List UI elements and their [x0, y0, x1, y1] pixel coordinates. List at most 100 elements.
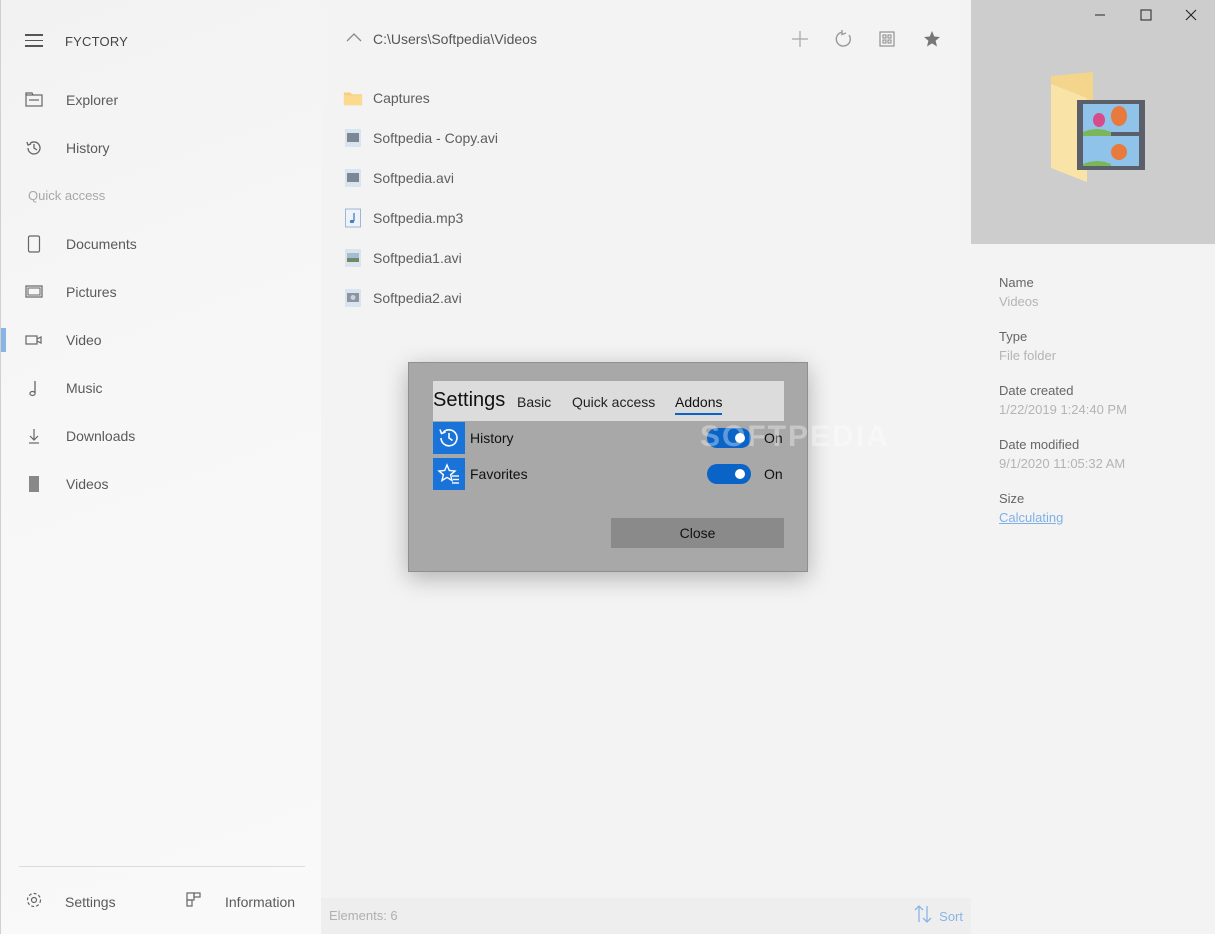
app-title: FYCTORY: [65, 34, 129, 49]
size-calculating-link[interactable]: Calculating: [999, 510, 1063, 525]
settings-dialog-title: Settings: [433, 389, 506, 411]
sidebar-item-downloads[interactable]: Downloads: [1, 416, 322, 456]
videos-folder-preview-icon: [1051, 72, 1145, 182]
settings-button[interactable]: Settings: [25, 888, 116, 916]
audio-file-icon: [343, 208, 363, 228]
video-file-icon: [343, 128, 363, 148]
sidebar-item-label: Pictures: [66, 284, 117, 300]
music-icon: [25, 379, 43, 397]
folder-icon: [343, 88, 363, 108]
sidebar-item-pictures[interactable]: Pictures: [1, 272, 322, 312]
sidebar-item-explorer[interactable]: Explorer: [1, 80, 322, 120]
close-icon: [1185, 8, 1197, 26]
current-path: C:\Users\Softpedia\Videos: [373, 31, 537, 47]
information-label: Information: [225, 894, 296, 910]
tab-quick-access[interactable]: Quick access: [572, 394, 655, 410]
sort-label: Sort: [939, 909, 963, 924]
video-file-icon: [343, 288, 363, 308]
tab-basic[interactable]: Basic: [517, 394, 551, 410]
file-name: Softpedia2.avi: [373, 290, 462, 306]
close-button[interactable]: Close: [611, 518, 784, 548]
hamburger-menu-icon[interactable]: [25, 34, 43, 48]
view-grid-icon: [879, 30, 895, 52]
settings-dialog-header: Settings Basic Quick access Addons: [433, 381, 784, 421]
folder-preview: [971, 0, 1215, 244]
property-date-created: Date created 1/22/2019 1:24:40 PM: [999, 383, 1127, 417]
addon-row-history: History On: [433, 422, 784, 454]
gear-icon: [25, 891, 43, 914]
settings-label: Settings: [65, 894, 116, 910]
close-window-button[interactable]: [1168, 4, 1214, 30]
minimize-button[interactable]: [1077, 4, 1123, 30]
quick-access-heading: Quick access: [28, 188, 106, 203]
sidebar-item-label: Video: [66, 332, 102, 348]
refresh-button[interactable]: [831, 28, 857, 54]
sidebar-item-documents[interactable]: Documents: [1, 224, 322, 264]
sidebar-item-videos[interactable]: Videos: [1, 464, 322, 504]
property-value: File folder: [999, 348, 1057, 363]
settings-dialog: Settings Basic Quick access Addons Histo…: [408, 362, 808, 572]
sidebar-item-label: Documents: [66, 236, 137, 252]
history-icon: [25, 139, 43, 157]
toggle-knob: [735, 469, 745, 479]
file-name: Softpedia.mp3: [373, 210, 464, 226]
property-name: Name Videos: [999, 275, 1039, 309]
favorites-icon: [433, 458, 465, 490]
information-button[interactable]: Information: [185, 888, 295, 916]
add-button[interactable]: [787, 28, 813, 54]
sidebar-item-label: Music: [66, 380, 103, 396]
document-icon: [25, 235, 43, 253]
file-name: Captures: [373, 90, 430, 106]
property-key: Date modified: [999, 437, 1080, 452]
file-row-softpedia-copy-avi[interactable]: Softpedia - Copy.avi: [343, 123, 498, 153]
sidebar-item-label: Videos: [66, 476, 109, 492]
file-row-captures[interactable]: Captures: [343, 83, 430, 113]
favorites-toggle[interactable]: [707, 464, 751, 484]
explorer-icon: [25, 91, 43, 109]
file-name: Softpedia.avi: [373, 170, 454, 186]
maximize-button[interactable]: [1123, 4, 1169, 30]
file-row-softpedia1-avi[interactable]: Softpedia1.avi: [343, 243, 462, 273]
file-row-softpedia-mp3[interactable]: Softpedia.mp3: [343, 203, 463, 233]
download-icon: [25, 427, 43, 445]
video-file-icon: [343, 248, 363, 268]
property-type: Type File folder: [999, 329, 1056, 363]
sidebar-item-label: Downloads: [66, 428, 136, 444]
minimize-icon: [1094, 8, 1106, 26]
refresh-icon: [834, 29, 854, 54]
view-mode-button[interactable]: [874, 28, 900, 54]
sidebar-item-video[interactable]: Video: [1, 320, 322, 360]
addon-label: History: [470, 430, 514, 446]
sidebar-divider: [19, 866, 305, 867]
property-value: 9/1/2020 11:05:32 AM: [999, 456, 1126, 471]
tab-addons[interactable]: Addons: [675, 394, 723, 415]
maximize-icon: [1140, 8, 1152, 26]
file-row-softpedia-avi[interactable]: Softpedia.avi: [343, 163, 454, 193]
toggle-state: On: [764, 430, 783, 446]
sidebar-item-label: Explorer: [66, 92, 119, 108]
history-toggle[interactable]: [707, 428, 751, 448]
pictures-icon: [25, 283, 43, 301]
sort-button[interactable]: Sort: [913, 904, 963, 929]
sidebar: FYCTORY Explorer History Quick access Do…: [0, 0, 321, 934]
chevron-up-icon[interactable]: [345, 30, 363, 48]
file-row-softpedia2-avi[interactable]: Softpedia2.avi: [343, 283, 462, 313]
property-size: Size Calculating: [999, 491, 1063, 525]
details-pane: Name Videos Type File folder Date create…: [971, 0, 1215, 934]
favorite-button[interactable]: [919, 28, 945, 54]
property-key: Size: [999, 491, 1025, 506]
sort-icon: [913, 904, 933, 929]
property-value: Videos: [999, 294, 1039, 309]
property-date-modified: Date modified 9/1/2020 11:05:32 AM: [999, 437, 1125, 471]
file-name: Softpedia1.avi: [373, 250, 462, 266]
star-icon: [923, 30, 941, 53]
history-icon: [433, 422, 465, 454]
property-key: Type: [999, 329, 1028, 344]
sidebar-item-music[interactable]: Music: [1, 368, 322, 408]
sidebar-item-label: History: [66, 140, 110, 156]
property-key: Name: [999, 275, 1034, 290]
videos-folder-icon: [25, 475, 43, 493]
toggle-state: On: [764, 466, 783, 482]
property-key: Date created: [999, 383, 1074, 398]
sidebar-item-history[interactable]: History: [1, 128, 322, 168]
